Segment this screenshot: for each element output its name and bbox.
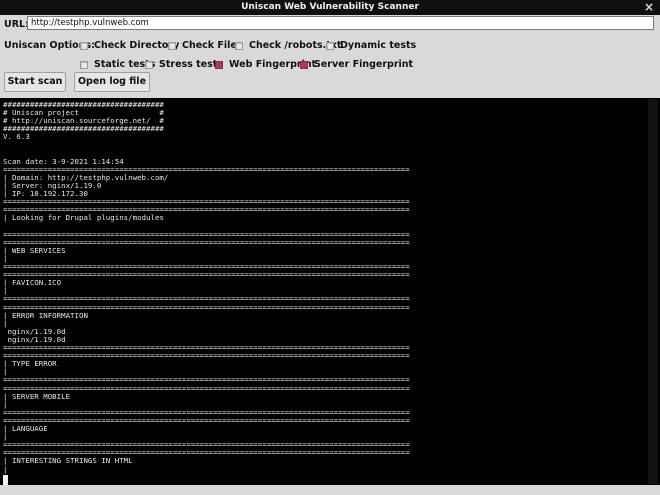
console-scrollbar[interactable] xyxy=(648,99,658,484)
console-line: | TYPE ERROR xyxy=(3,359,57,369)
checkbox-web-fingerprint[interactable] xyxy=(215,60,223,69)
window-titlebar: Uniscan Web Vulnerability Scanner × xyxy=(0,0,660,15)
checkbox-static-tests[interactable] xyxy=(80,60,88,69)
option-label: Stress tests xyxy=(159,59,223,70)
console-line: V. 6.3 xyxy=(3,132,30,142)
checkbox-check-files[interactable] xyxy=(168,41,176,50)
checkbox-stress-tests[interactable] xyxy=(145,60,153,69)
console-line: ========================================… xyxy=(3,415,410,425)
option-check-files[interactable]: Check Files xyxy=(168,40,243,51)
checkbox-check-robots[interactable] xyxy=(235,41,243,50)
option-label: Check Files xyxy=(182,40,243,51)
option-stress-tests[interactable]: Stress tests xyxy=(145,59,223,70)
close-icon[interactable]: × xyxy=(644,0,654,15)
console-line: | LANGUAGE xyxy=(3,424,48,433)
option-server-fingerprint[interactable]: Server Fingerprint xyxy=(300,59,413,70)
console-line: | xyxy=(3,464,8,474)
console-line: ========================================… xyxy=(3,270,410,280)
console-line: | ERROR INFORMATION xyxy=(3,310,88,320)
start-scan-button[interactable]: Start scan xyxy=(4,72,66,92)
scan-output-console[interactable]: #################################### # Un… xyxy=(0,98,660,485)
checkbox-check-directory[interactable] xyxy=(80,41,88,50)
url-input[interactable] xyxy=(27,16,654,30)
text-cursor xyxy=(3,474,8,485)
console-line: | WEB SERVICES xyxy=(3,245,66,255)
option-dynamic-tests[interactable]: Dynamic tests xyxy=(326,40,416,51)
window-title: Uniscan Web Vulnerability Scanner xyxy=(241,2,419,12)
console-line: | FAVICON.ICO xyxy=(3,278,62,288)
status-strip xyxy=(0,485,660,495)
option-label: Dynamic tests xyxy=(340,40,417,51)
option-label: Check Directory xyxy=(94,40,180,51)
console-line: ========================================… xyxy=(3,351,410,361)
console-line: | INTERESTING STRINGS IN HTML xyxy=(3,456,133,466)
checkbox-server-fingerprint[interactable] xyxy=(300,60,308,69)
open-log-file-button[interactable]: Open log file xyxy=(74,72,150,92)
option-check-directory[interactable]: Check Directory xyxy=(80,40,179,51)
checkbox-dynamic-tests[interactable] xyxy=(326,41,334,50)
url-label: URL: xyxy=(4,19,29,30)
option-label: Server Fingerprint xyxy=(314,59,414,70)
console-line: | SERVER MOBILE xyxy=(3,391,71,401)
console-line: | Looking for Drupal plugins/modules xyxy=(3,213,164,223)
